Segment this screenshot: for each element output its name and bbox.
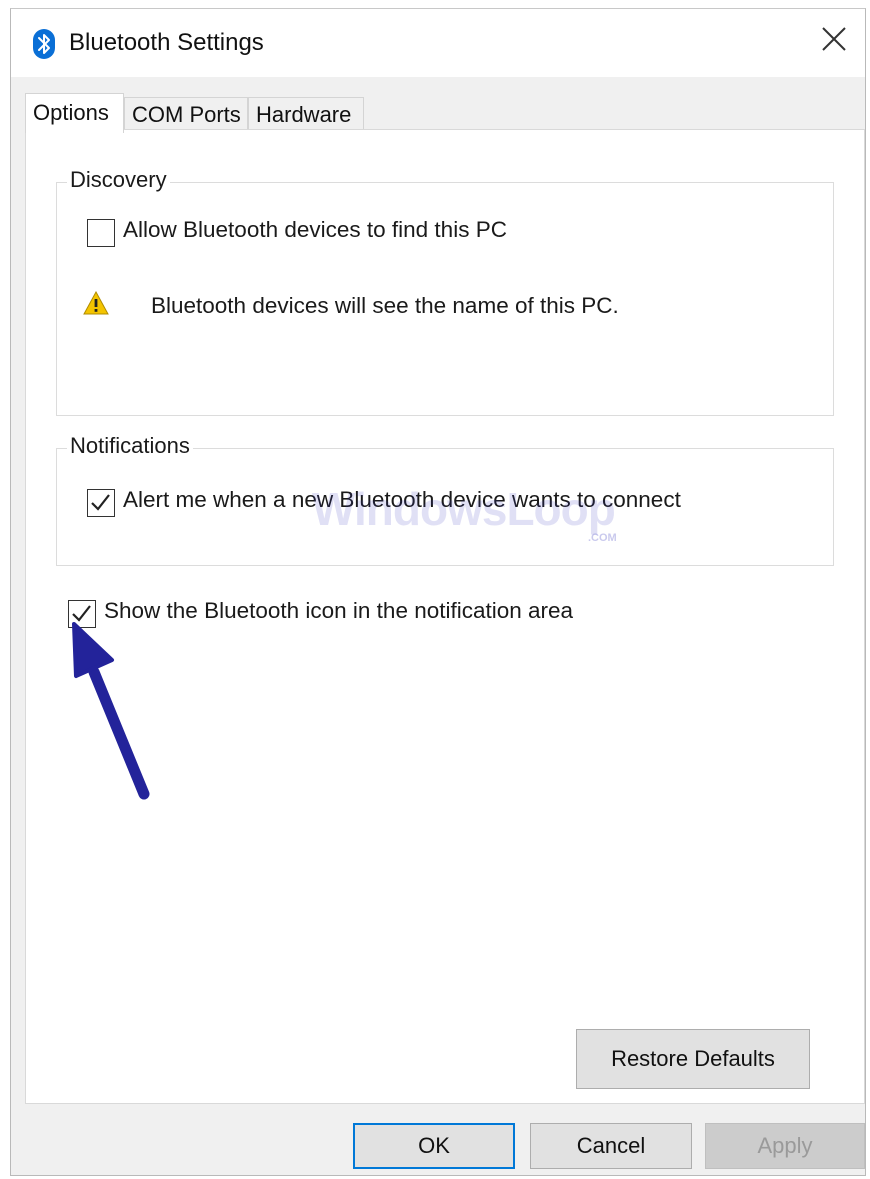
discovery-group: Discovery Allow Bluetooth devices to fin… — [56, 167, 834, 416]
bluetooth-settings-dialog: Bluetooth Settings Options COM Ports Har… — [10, 8, 866, 1176]
tab-hardware[interactable]: Hardware — [248, 97, 364, 131]
warning-icon — [83, 291, 109, 315]
tab-options[interactable]: Options — [25, 93, 124, 133]
apply-button[interactable]: Apply — [705, 1123, 865, 1169]
discovery-warning-text: Bluetooth devices will see the name of t… — [151, 293, 619, 318]
watermark-text: WindowsLoop — [312, 483, 616, 535]
checkmark-icon — [91, 494, 110, 511]
watermark-subtext: .COM — [588, 532, 617, 544]
apply-label: Apply — [757, 1133, 813, 1158]
restore-defaults-label: Restore Defaults — [611, 1046, 775, 1071]
ok-button[interactable]: OK — [353, 1123, 515, 1169]
tab-label: Hardware — [256, 102, 352, 127]
allow-discovery-checkbox[interactable] — [87, 219, 115, 247]
bluetooth-icon — [33, 29, 55, 59]
annotation-arrow-icon — [72, 622, 150, 800]
tab-com-ports[interactable]: COM Ports — [124, 97, 248, 131]
tab-label: COM Ports — [132, 102, 241, 127]
allow-discovery-label[interactable]: Allow Bluetooth devices to find this PC — [123, 217, 507, 243]
title-bar: Bluetooth Settings — [11, 9, 865, 77]
close-icon — [822, 27, 846, 51]
discovery-group-label: Discovery — [67, 167, 170, 193]
tab-label: Options — [33, 100, 109, 125]
ok-label: OK — [418, 1133, 450, 1158]
show-bluetooth-icon-label[interactable]: Show the Bluetooth icon in the notificat… — [104, 598, 573, 624]
restore-defaults-button[interactable]: Restore Defaults — [576, 1029, 810, 1089]
close-button[interactable] — [803, 9, 865, 69]
cancel-button[interactable]: Cancel — [530, 1123, 692, 1169]
notifications-group-label: Notifications — [67, 433, 193, 459]
window-title: Bluetooth Settings — [69, 29, 264, 56]
alert-new-device-checkbox[interactable] — [87, 489, 115, 517]
cancel-label: Cancel — [576, 1133, 646, 1158]
